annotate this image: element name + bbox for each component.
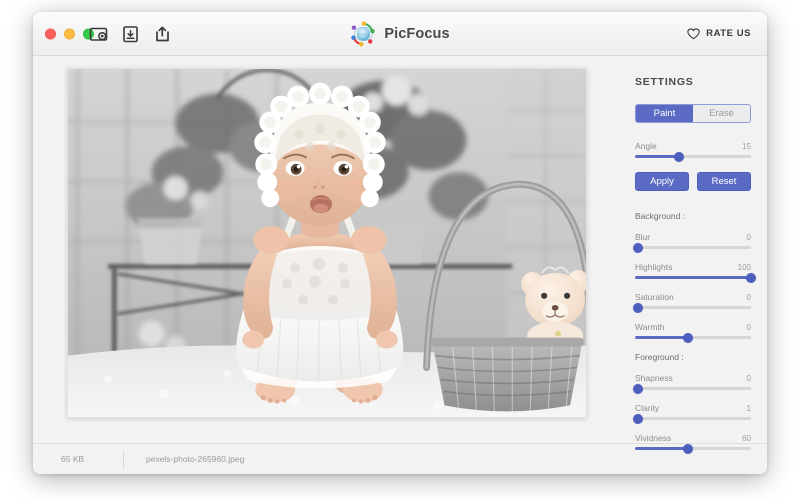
picfocus-logo-icon <box>351 20 375 46</box>
vividness-slider-track[interactable] <box>635 443 751 454</box>
angle-slider-track[interactable] <box>635 151 751 162</box>
photo-frame[interactable] <box>67 68 587 418</box>
rate-us-button[interactable]: RATE US <box>687 27 751 40</box>
clarity-slider-handle[interactable] <box>633 413 644 424</box>
settings-panel: SETTINGS Paint Erase Angle 15 Apply Rese… <box>621 56 767 454</box>
file-size-label: 65 KB <box>61 454 85 464</box>
warmth-slider-track[interactable] <box>635 332 751 343</box>
desktop-background: PicFocus RATE US SETTINGS Paint Erase An… <box>0 0 800 500</box>
angle-slider-handle[interactable] <box>674 151 685 162</box>
sharpness-slider-row: Shapness 0 <box>633 373 751 394</box>
angle-header: Angle 15 <box>635 141 751 151</box>
status-divider <box>123 450 124 468</box>
highlights-slider-handle[interactable] <box>746 272 756 283</box>
warmth-label: Warmth <box>635 322 665 332</box>
highlights-value: 100 <box>737 263 751 272</box>
sharpness-label: Shapness <box>635 373 673 383</box>
saturation-slider-row: Saturation 0 <box>633 292 751 313</box>
vividness-label: Vividness <box>635 433 672 443</box>
clarity-label: Clarity <box>635 403 660 413</box>
blur-slider-track[interactable] <box>633 242 751 253</box>
saturation-slider-track[interactable] <box>633 302 751 313</box>
heart-icon <box>687 27 700 39</box>
blur-label: Blur <box>635 232 651 242</box>
window-controls <box>45 28 94 39</box>
warmth-value: 0 <box>746 323 751 332</box>
clarity-slider-row: Clarity 1 <box>633 403 751 424</box>
toolbar <box>89 24 172 43</box>
minimize-button[interactable] <box>64 28 75 39</box>
warmth-slider-handle[interactable] <box>683 332 694 343</box>
save-image-icon[interactable] <box>121 24 140 43</box>
angle-label: Angle <box>635 141 657 151</box>
angle-slider-row: Angle 15 <box>635 141 751 162</box>
highlights-slider-track[interactable] <box>635 272 756 283</box>
saturation-slider-handle[interactable] <box>633 302 644 313</box>
edited-photo <box>68 69 586 417</box>
sharpness-value: 0 <box>746 374 751 383</box>
highlights-slider-row: Highlights 100 <box>635 262 756 283</box>
share-icon[interactable] <box>153 24 172 43</box>
settings-heading: SETTINGS <box>635 76 694 88</box>
app-brand: PicFocus <box>350 20 450 47</box>
action-buttons: Apply Reset <box>635 172 751 191</box>
blur-slider-row: Blur 0 <box>633 232 751 253</box>
main-area: SETTINGS Paint Erase Angle 15 Apply Rese… <box>33 56 767 454</box>
title-bar: PicFocus RATE US <box>33 12 767 56</box>
highlights-label: Highlights <box>635 262 673 272</box>
sharpness-slider-track[interactable] <box>633 383 751 394</box>
vividness-value: 60 <box>742 434 751 443</box>
warmth-slider-row: Warmth 0 <box>635 322 751 343</box>
sharpness-slider-handle[interactable] <box>633 383 644 394</box>
clarity-slider-track[interactable] <box>633 413 751 424</box>
app-window: PicFocus RATE US SETTINGS Paint Erase An… <box>33 12 767 474</box>
background-group-title: Background : <box>635 211 686 221</box>
close-button[interactable] <box>45 28 56 39</box>
photo-canvas[interactable] <box>33 56 621 443</box>
clarity-value: 1 <box>746 404 751 413</box>
angle-value: 15 <box>742 142 751 151</box>
vividness-slider-handle[interactable] <box>683 443 694 454</box>
rate-us-label: RATE US <box>706 28 751 39</box>
foreground-group-title: Foreground : <box>635 352 684 362</box>
reset-button[interactable]: Reset <box>697 172 751 191</box>
saturation-label: Saturation <box>635 292 674 302</box>
blur-slider-handle[interactable] <box>633 242 644 253</box>
apply-button[interactable]: Apply <box>635 172 689 191</box>
file-name-label: pexels-photo-265960.jpeg <box>146 454 245 464</box>
capture-region-icon[interactable] <box>89 24 108 43</box>
paint-erase-toggle[interactable]: Paint Erase <box>635 104 751 123</box>
app-title: PicFocus <box>384 25 450 42</box>
saturation-value: 0 <box>746 293 751 302</box>
paint-tab[interactable]: Paint <box>636 105 693 122</box>
vividness-slider-row: Vividness 60 <box>635 433 751 454</box>
erase-tab[interactable]: Erase <box>693 105 750 122</box>
blur-value: 0 <box>746 233 751 242</box>
